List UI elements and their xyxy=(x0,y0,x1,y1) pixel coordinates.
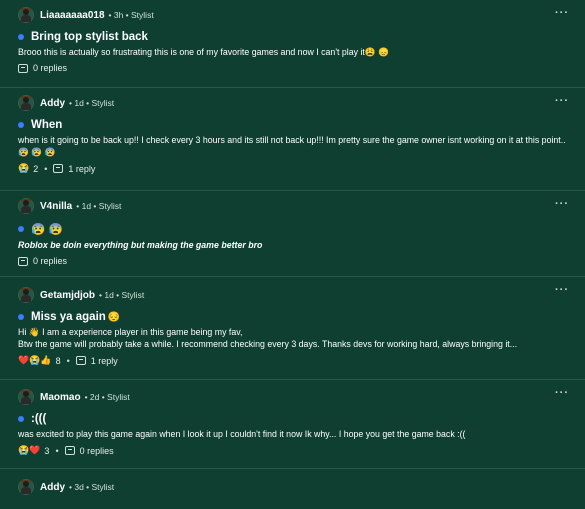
post-footer: 0 replies xyxy=(18,63,585,73)
post-body: Roblox be doin everything but making the… xyxy=(18,240,263,250)
post-meta: • 1d • Stylist xyxy=(99,290,145,300)
post-card: Maomao • 2d • Stylist ··· :((( was excit… xyxy=(0,380,585,469)
unread-dot-icon xyxy=(18,416,24,422)
username[interactable]: V4nilla xyxy=(40,201,72,212)
unread-dot-icon xyxy=(18,314,24,320)
post-card: Addy • 1d • Stylist ··· When when is it … xyxy=(0,88,585,191)
unread-dot-icon xyxy=(18,122,24,128)
post-meta: • 2d • Stylist xyxy=(84,392,130,402)
reaction-count: 8 xyxy=(55,355,61,366)
post-body: Brooo this is actually so frustrating th… xyxy=(18,47,390,57)
post-title: Bring top stylist back xyxy=(18,31,585,43)
avatar[interactable] xyxy=(18,287,34,303)
more-options-icon[interactable]: ··· xyxy=(555,198,569,210)
post-card: Liaaaaaaa018 • 3h • Stylist ··· Bring to… xyxy=(0,0,585,88)
post-footer: 0 replies xyxy=(18,256,585,266)
reply-icon xyxy=(64,446,75,455)
username[interactable]: Getamjdjob xyxy=(40,290,95,301)
unread-dot-icon xyxy=(18,34,24,40)
avatar[interactable] xyxy=(18,479,34,495)
post-card: V4nilla • 1d • Stylist ··· 😰 😰 Roblox be… xyxy=(0,191,585,277)
post-body: was excited to play this game again when… xyxy=(18,429,466,439)
post-footer: ❤️😭👍 8 • 1 reply xyxy=(18,355,118,366)
avatar[interactable] xyxy=(18,198,34,214)
username[interactable]: Maomao xyxy=(40,392,81,403)
reply-count[interactable]: 1 reply xyxy=(91,356,118,366)
reply-icon xyxy=(75,356,86,365)
post-card: Addy • 3d • Stylist xyxy=(0,469,585,509)
post-body: Hi 👋 I am a experience player in this ga… xyxy=(18,327,518,349)
reply-icon xyxy=(18,256,28,266)
reaction-count: 3 xyxy=(44,445,50,456)
reply-count[interactable]: 1 reply xyxy=(68,164,95,174)
username[interactable]: Addy xyxy=(40,482,65,493)
reply-count[interactable]: 0 replies xyxy=(33,256,67,266)
reply-icon xyxy=(53,164,64,173)
reply-count[interactable]: 0 replies xyxy=(80,446,114,456)
post-footer: 😭❤️ 3 • 0 replies xyxy=(18,445,114,456)
post-meta: • 3h • Stylist xyxy=(108,10,154,20)
post-title: :((( xyxy=(18,413,585,425)
post-meta: • 1d • Stylist xyxy=(69,98,115,108)
avatar[interactable] xyxy=(18,7,34,23)
username[interactable]: Liaaaaaaa018 xyxy=(40,10,105,21)
reaction-count: 2 xyxy=(33,163,39,174)
more-options-icon[interactable]: ··· xyxy=(555,7,569,19)
reactions[interactable]: 😭❤️ xyxy=(18,445,40,456)
comments-feed: Liaaaaaaa018 • 3h • Stylist ··· Bring to… xyxy=(0,0,585,500)
post-title: When xyxy=(18,119,585,131)
reply-icon xyxy=(18,63,28,73)
avatar[interactable] xyxy=(18,95,34,111)
unread-dot-icon xyxy=(18,226,24,232)
more-options-icon[interactable]: ··· xyxy=(555,95,569,107)
reactions[interactable]: ❤️😭👍 xyxy=(18,355,52,366)
post-title: Miss ya again 😔 xyxy=(18,311,585,323)
post-card: Getamjdjob • 1d • Stylist ··· Miss ya ag… xyxy=(0,277,585,380)
username[interactable]: Addy xyxy=(40,98,65,109)
more-options-icon[interactable]: ··· xyxy=(555,284,569,296)
reply-count[interactable]: 0 replies xyxy=(33,63,67,73)
title-emoji: 😔 xyxy=(107,311,121,323)
avatar[interactable] xyxy=(18,389,34,405)
post-title: 😰 😰 xyxy=(18,222,585,236)
post-body: when is it going to be back up!! I check… xyxy=(18,135,566,157)
post-meta: • 1d • Stylist xyxy=(76,201,122,211)
reactions[interactable]: 😭 xyxy=(18,163,29,174)
post-meta: • 3d • Stylist xyxy=(69,482,115,492)
post-footer: 😭 2 • 1 reply xyxy=(18,163,96,174)
more-options-icon[interactable]: ··· xyxy=(555,387,569,399)
